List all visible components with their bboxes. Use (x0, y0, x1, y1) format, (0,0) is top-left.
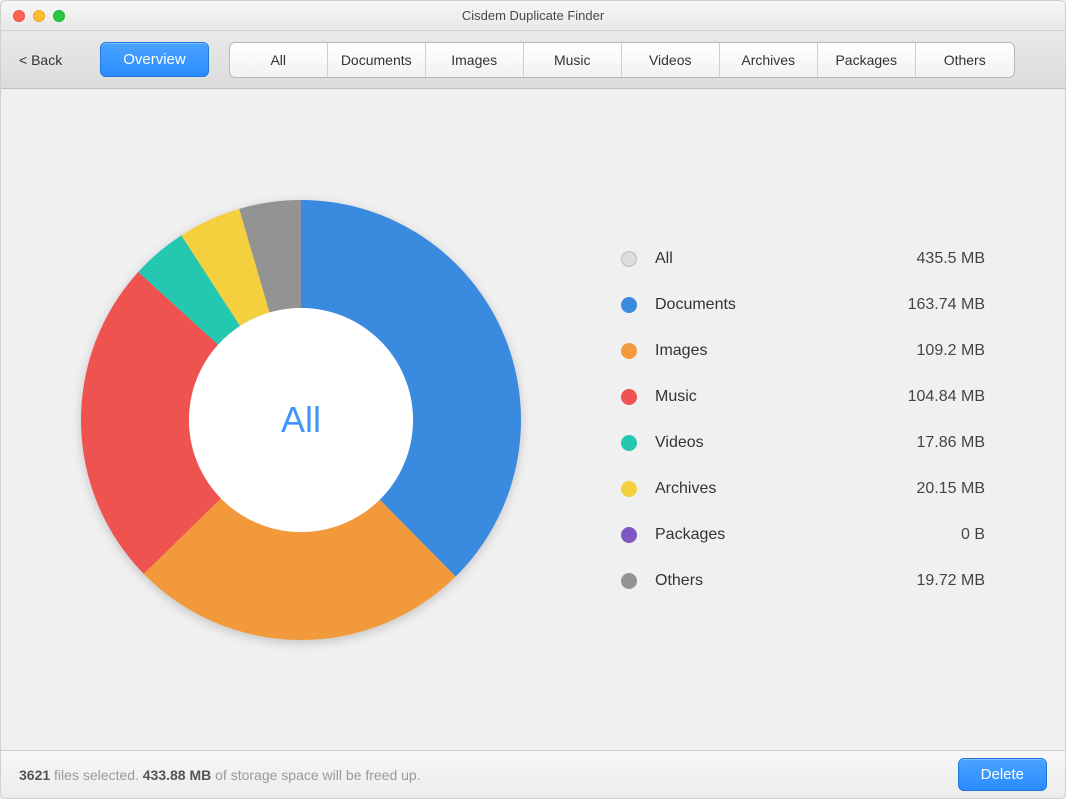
swatch-icon (621, 297, 637, 313)
tab-music[interactable]: Music (524, 43, 622, 77)
tab-archives[interactable]: Archives (720, 43, 818, 77)
back-button[interactable]: < Back (15, 46, 66, 74)
tab-packages[interactable]: Packages (818, 43, 916, 77)
tab-all[interactable]: All (230, 43, 328, 77)
legend-name: Music (655, 388, 875, 406)
legend-size: 19.72 MB (875, 572, 985, 590)
legend: All435.5 MBDocuments163.74 MBImages109.2… (601, 89, 1065, 750)
legend-row-archives[interactable]: Archives20.15 MB (621, 466, 985, 512)
content-area: All All435.5 MBDocuments163.74 MBImages1… (1, 89, 1065, 750)
chart-area: All (1, 89, 601, 750)
footer-text: 3621 files selected. 433.88 MB of storag… (19, 767, 421, 783)
legend-size: 0 B (875, 526, 985, 544)
legend-size: 435.5 MB (875, 250, 985, 268)
donut-label: All (281, 399, 321, 441)
window-title: Cisdem Duplicate Finder (1, 8, 1065, 23)
legend-name: All (655, 250, 875, 268)
tab-others[interactable]: Others (916, 43, 1014, 77)
footer: 3621 files selected. 433.88 MB of storag… (1, 750, 1065, 798)
swatch-icon (621, 527, 637, 543)
donut-chart: All (71, 190, 531, 650)
app-window: Cisdem Duplicate Finder < Back Overview … (0, 0, 1066, 799)
legend-name: Packages (655, 526, 875, 544)
toolbar: < Back Overview All Documents Images Mus… (1, 31, 1065, 89)
donut-center: All (201, 320, 401, 520)
legend-name: Images (655, 342, 875, 360)
legend-row-videos[interactable]: Videos17.86 MB (621, 420, 985, 466)
legend-name: Others (655, 572, 875, 590)
selected-count: 3621 (19, 767, 50, 783)
swatch-icon (621, 573, 637, 589)
freed-size: 433.88 MB (143, 767, 211, 783)
legend-row-others[interactable]: Others19.72 MB (621, 558, 985, 604)
legend-row-all[interactable]: All435.5 MB (621, 236, 985, 282)
footer-text1: files selected. (50, 767, 143, 783)
swatch-icon (621, 481, 637, 497)
swatch-icon (621, 435, 637, 451)
legend-row-images[interactable]: Images109.2 MB (621, 328, 985, 374)
swatch-icon (621, 389, 637, 405)
legend-name: Archives (655, 480, 875, 498)
legend-row-music[interactable]: Music104.84 MB (621, 374, 985, 420)
footer-text2: of storage space will be freed up. (211, 767, 420, 783)
tab-documents[interactable]: Documents (328, 43, 426, 77)
titlebar: Cisdem Duplicate Finder (1, 1, 1065, 31)
delete-button[interactable]: Delete (958, 758, 1047, 791)
legend-row-packages[interactable]: Packages0 B (621, 512, 985, 558)
legend-size: 109.2 MB (875, 342, 985, 360)
overview-button[interactable]: Overview (100, 42, 209, 77)
tab-videos[interactable]: Videos (622, 43, 720, 77)
swatch-icon (621, 251, 637, 267)
legend-size: 104.84 MB (875, 388, 985, 406)
legend-name: Videos (655, 434, 875, 452)
legend-name: Documents (655, 296, 875, 314)
legend-row-documents[interactable]: Documents163.74 MB (621, 282, 985, 328)
tab-images[interactable]: Images (426, 43, 524, 77)
legend-size: 20.15 MB (875, 480, 985, 498)
legend-size: 163.74 MB (875, 296, 985, 314)
legend-size: 17.86 MB (875, 434, 985, 452)
category-tabs: All Documents Images Music Videos Archiv… (229, 42, 1015, 78)
swatch-icon (621, 343, 637, 359)
